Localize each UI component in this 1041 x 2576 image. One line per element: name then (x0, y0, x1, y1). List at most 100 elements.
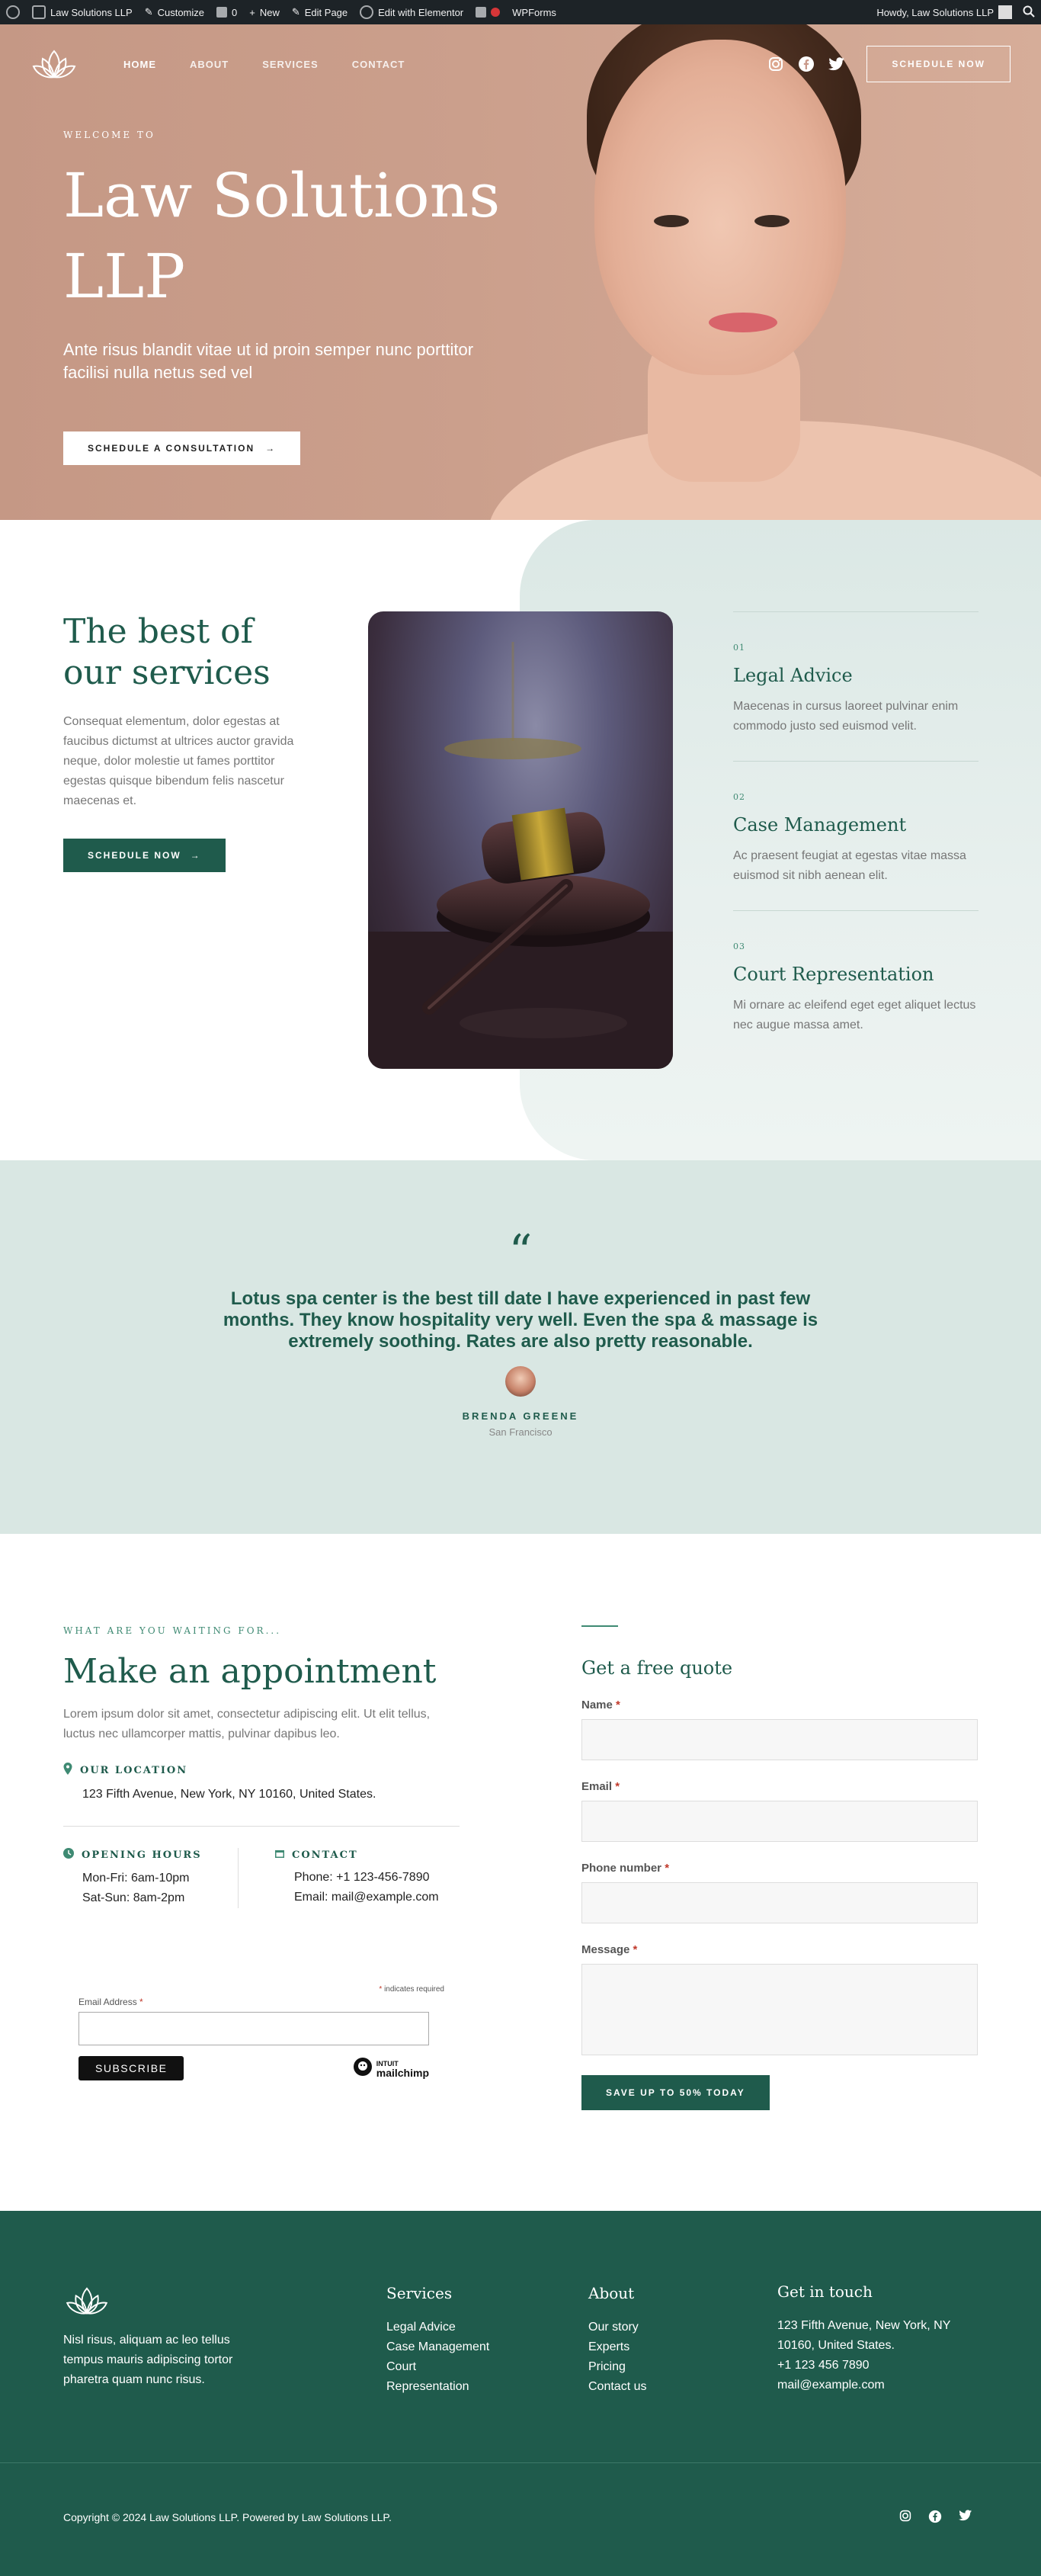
footer-link[interactable]: Legal Advice (386, 2318, 489, 2337)
testimonial-name: BRENDA GREENE (462, 1410, 579, 1422)
services-schedule-button[interactable]: SCHEDULE NOW → (63, 839, 226, 872)
seo-status-icon (491, 8, 501, 17)
hours-weekend: Sat-Sun: 8am-2pm (82, 1891, 185, 1904)
service-number: 02 (733, 792, 745, 802)
footer-address-line2: 10160, United States. (777, 2339, 895, 2352)
service-title: Case Management (733, 814, 907, 836)
admin-site-link[interactable]: Law Solutions LLP (32, 0, 133, 24)
name-input[interactable] (581, 1719, 978, 1760)
testimonial-avatar (505, 1366, 536, 1397)
footer-divider (0, 2462, 1041, 2463)
footer-phone[interactable]: +1 123 456 7890 (777, 2356, 983, 2376)
hero-title-line2: LLP (63, 241, 186, 312)
service-item[interactable]: 01 Legal Advice Maecenas in cursus laore… (733, 611, 979, 761)
service-title: Court Representation (733, 964, 934, 985)
hero-subtitle: Ante risus blandit vitae ut id proin sem… (63, 340, 474, 382)
facebook-icon[interactable] (798, 56, 815, 72)
instagram-icon[interactable] (767, 56, 784, 72)
appointment-section: WHAT ARE YOU WAITING FOR... Make an appo… (0, 1534, 1041, 2211)
twitter-icon[interactable] (959, 2510, 972, 2527)
nav-about[interactable]: ABOUT (190, 59, 229, 70)
admin-yoast[interactable] (476, 0, 501, 24)
message-label-text: Message (581, 1943, 630, 1956)
admin-comments[interactable]: 0 (216, 0, 237, 24)
main-header: HOME ABOUT SERVICES CONTACT SCHEDULE NOW (0, 24, 1041, 104)
appointment-info: WHAT ARE YOU WAITING FOR... Make an appo… (63, 1625, 460, 2080)
header-social (767, 56, 845, 72)
gavel-image (368, 611, 673, 1069)
divider (63, 1826, 460, 1827)
services-title-line2: our services (63, 653, 271, 692)
nav-services[interactable]: SERVICES (262, 59, 319, 70)
mc-email-label: Email Address * (78, 1997, 143, 2007)
facebook-icon[interactable] (928, 2510, 942, 2527)
phone-label-text: Phone number (581, 1862, 662, 1875)
hours-block: OPENING HOURS Mon-Fri: 6am-10pm Sat-Sun:… (63, 1848, 239, 1908)
admin-new[interactable]: + New (249, 0, 280, 24)
footer-link[interactable]: Court (386, 2357, 489, 2377)
footer-about-text: Nisl risus, aliquam ac leo tellus tempus… (63, 2334, 233, 2386)
nav-home[interactable]: HOME (123, 59, 156, 70)
appointment-eyebrow: WHAT ARE YOU WAITING FOR... (63, 1625, 282, 1636)
service-text: Mi ornare ac eleifend eget eget aliquet … (733, 999, 976, 1031)
footer-contact-title: Get in touch (777, 2282, 873, 2301)
plus-icon: + (249, 6, 255, 18)
wordpress-icon (6, 5, 20, 19)
copyright: Copyright © 2024 Law Solutions LLP. Powe… (63, 2511, 392, 2523)
footer-brand: Nisl risus, aliquam ac leo tellus tempus… (63, 2284, 269, 2390)
service-number: 01 (733, 643, 745, 653)
footer-link[interactable]: Representation (386, 2377, 489, 2397)
location-label: OUR LOCATION (80, 1765, 188, 1776)
location-pin-icon (63, 1763, 72, 1779)
subscribe-button[interactable]: SUBSCRIBE (78, 2056, 184, 2080)
comment-count: 0 (232, 6, 238, 18)
nav-contact[interactable]: CONTACT (352, 59, 405, 70)
footer-link[interactable]: Pricing (588, 2357, 646, 2377)
lotus-logo-icon[interactable] (63, 2284, 111, 2318)
quote-form-title: Get a free quote (581, 1657, 733, 1679)
hours-contact-row: OPENING HOURS Mon-Fri: 6am-10pm Sat-Sun:… (63, 1848, 460, 1908)
required-note-text: indicates required (384, 1985, 444, 1994)
header-schedule-button[interactable]: SCHEDULE NOW (866, 46, 1011, 82)
twitter-icon[interactable] (828, 56, 845, 72)
howdy-label: Howdy, Law Solutions LLP (876, 6, 994, 18)
message-textarea[interactable] (581, 1964, 978, 2055)
quote-submit-button[interactable]: SAVE UP TO 50% TODAY (581, 2075, 770, 2110)
service-text: Maecenas in cursus laoreet pulvinar enim… (733, 700, 959, 733)
mailchimp-form: * indicates required Email Address * SUB… (78, 1985, 444, 2080)
lotus-logo-icon[interactable] (30, 47, 78, 82)
instagram-icon[interactable] (899, 2510, 911, 2527)
calendar-icon (275, 1848, 284, 1862)
appointment-title: Make an appointment (63, 1652, 437, 1691)
site-footer: Nisl risus, aliquam ac leo tellus tempus… (0, 2211, 1041, 2576)
admin-customize[interactable]: ✎ Customize (145, 0, 204, 24)
footer-link[interactable]: Case Management (386, 2337, 489, 2357)
admin-edit-page[interactable]: ✎ Edit Page (292, 0, 348, 24)
mailchimp-label: mailchimp (376, 2067, 429, 2079)
admin-wpforms[interactable]: WPForms (512, 0, 556, 24)
admin-elementor[interactable]: Edit with Elementor (360, 0, 463, 24)
footer-email[interactable]: mail@example.com (777, 2376, 983, 2395)
admin-account[interactable]: Howdy, Law Solutions LLP (876, 5, 1012, 19)
name-label: Name * (581, 1699, 978, 1711)
service-item[interactable]: 02 Case Management Ac praesent feugiat a… (733, 761, 979, 910)
wordpress-menu[interactable] (6, 0, 20, 24)
consultation-button[interactable]: SCHEDULE A CONSULTATION → (63, 431, 301, 465)
service-item[interactable]: 03 Court Representation Mi ornare ac ele… (733, 910, 979, 1060)
required-star: * (633, 1943, 638, 1956)
testimonial-location: San Francisco (488, 1426, 553, 1438)
hero-title: Law Solutions LLP (63, 156, 536, 317)
phone-input[interactable] (581, 1882, 978, 1923)
service-title: Legal Advice (733, 665, 853, 686)
mailchimp-logo: INTUIT mailchimp (353, 2057, 429, 2080)
footer-link[interactable]: Experts (588, 2337, 646, 2357)
footer-services: Services Legal Advice Case Management Co… (386, 2284, 489, 2397)
mc-email-input[interactable] (78, 2012, 429, 2045)
search-icon[interactable] (1023, 5, 1035, 20)
message-label: Message * (581, 1943, 978, 1956)
form-accent-line (581, 1625, 618, 1627)
footer-link[interactable]: Contact us (588, 2377, 646, 2397)
services-list: 01 Legal Advice Maecenas in cursus laore… (733, 611, 979, 1060)
email-input[interactable] (581, 1801, 978, 1842)
footer-link[interactable]: Our story (588, 2318, 646, 2337)
